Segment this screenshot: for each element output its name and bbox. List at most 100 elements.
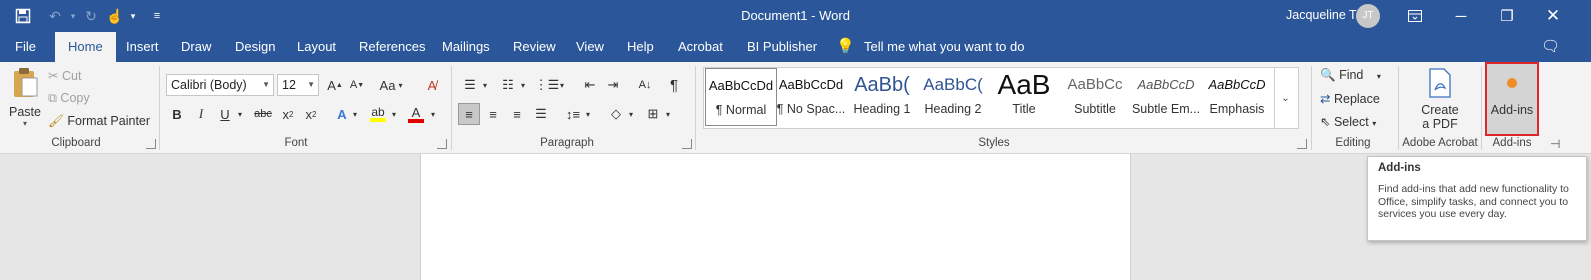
cursor-icon: ⇖	[1320, 115, 1331, 129]
align-right-icon[interactable]: ≡	[506, 103, 528, 125]
subscript-icon[interactable]: x2	[278, 103, 298, 125]
pin-ribbon-icon[interactable]: ⊣	[1550, 137, 1560, 151]
shading-dropdown-icon[interactable]: ▾	[626, 103, 636, 125]
close-icon[interactable]: ✕	[1530, 0, 1576, 32]
shading-icon[interactable]: ◇	[606, 103, 626, 125]
show-formatting-marks-icon[interactable]: ¶	[664, 74, 684, 96]
chevron-down-icon: ▼	[262, 80, 270, 89]
format-painter-button[interactable]: 🖌 Format Painter	[48, 114, 150, 129]
group-label-font: Font	[284, 137, 308, 149]
text-effects-icon[interactable]: A	[332, 103, 352, 125]
tab-acrobat[interactable]: Acrobat	[678, 32, 723, 62]
decrease-indent-icon[interactable]: ⇤	[580, 74, 600, 96]
tab-references[interactable]: References	[359, 32, 425, 62]
align-left-icon[interactable]: ≡	[458, 103, 480, 125]
italic-icon[interactable]: I	[191, 103, 211, 125]
style-heading-2[interactable]: AaBbC( Heading 2	[917, 68, 989, 126]
change-case-button[interactable]: Aa ▾	[374, 74, 408, 96]
paragraph-launcher-icon[interactable]	[682, 139, 692, 149]
font-name-combo[interactable]: Calibri (Body) ▼	[166, 74, 274, 96]
copy-button[interactable]: ⧉ Copy	[48, 91, 90, 106]
replace-icon: ⇄	[1320, 92, 1331, 106]
restore-icon[interactable]: ❐	[1484, 0, 1530, 32]
numbering-icon[interactable]: ☷	[498, 74, 518, 96]
align-center-icon[interactable]: ≡	[482, 103, 504, 125]
font-color-icon[interactable]: A	[406, 103, 426, 125]
increase-indent-icon[interactable]: ⇥	[603, 74, 623, 96]
style-heading-1[interactable]: AaBb( Heading 1	[846, 68, 918, 126]
document-page[interactable]	[420, 154, 1131, 280]
tab-mailings[interactable]: Mailings	[442, 32, 490, 62]
styles-gallery-more-icon[interactable]: ⌄	[1274, 68, 1296, 128]
bullets-icon[interactable]: ☰	[460, 74, 480, 96]
replace-button[interactable]: ⇄ Replace	[1320, 91, 1380, 106]
lightbulb-icon[interactable]: 💡	[836, 32, 855, 62]
bullets-dropdown-icon[interactable]: ▾	[480, 74, 490, 96]
style-title[interactable]: AaB Title	[988, 68, 1060, 126]
pdf-icon	[1404, 68, 1476, 103]
paste-dropdown-icon[interactable]: ▾	[6, 119, 44, 128]
paintbrush-icon: 🖌	[48, 114, 64, 128]
grow-font-icon[interactable]: A ▲	[326, 74, 344, 96]
sort-icon[interactable]: A↓	[634, 74, 656, 96]
font-launcher-icon[interactable]	[437, 139, 447, 149]
tab-bi-publisher[interactable]: BI Publisher	[747, 32, 817, 62]
tab-file[interactable]: File	[15, 32, 36, 62]
font-size-combo[interactable]: 12 ▼	[277, 74, 319, 96]
user-name[interactable]: Jacqueline T	[1286, 8, 1357, 22]
style-no-spacing[interactable]: AaBbCcDd ¶ No Spac...	[775, 68, 847, 126]
create-pdf-button[interactable]: Create a PDF	[1404, 68, 1476, 134]
style-emphasis[interactable]: AaBbCcD Emphasis	[1201, 68, 1273, 126]
copy-icon: ⧉	[48, 91, 57, 105]
tell-me-search[interactable]: Tell me what you want to do	[864, 32, 1024, 62]
highlight-color-icon[interactable]: ab	[368, 103, 388, 125]
add-ins-button[interactable]: Add-ins	[1485, 62, 1539, 136]
avatar[interactable]: JT	[1356, 4, 1380, 28]
tooltip-title: Add-ins	[1378, 162, 1421, 174]
comments-icon[interactable]: 🗨	[1541, 32, 1560, 62]
ribbon-display-options-icon[interactable]	[1392, 0, 1438, 32]
search-icon: 🔍	[1320, 68, 1336, 82]
justify-icon[interactable]: ☰	[530, 103, 552, 125]
select-button[interactable]: ⇖ Select ▾	[1320, 114, 1376, 129]
text-effects-dropdown-icon[interactable]: ▾	[350, 103, 360, 125]
borders-icon[interactable]: ⊞	[643, 103, 663, 125]
multilevel-dropdown-icon[interactable]: ▾	[557, 74, 567, 96]
tab-help[interactable]: Help	[627, 32, 654, 62]
bold-icon[interactable]: B	[167, 103, 187, 125]
chevron-down-icon: ▾	[398, 80, 403, 90]
paste-button[interactable]: Paste ▾	[6, 66, 44, 134]
underline-dropdown-icon[interactable]: ▾	[235, 103, 245, 125]
tab-draw[interactable]: Draw	[181, 32, 211, 62]
shrink-font-icon[interactable]: A ▼	[348, 74, 366, 96]
line-spacing-dropdown-icon[interactable]: ▾	[583, 103, 593, 125]
chevron-down-icon: ▾	[1376, 72, 1381, 81]
font-color-dropdown-icon[interactable]: ▾	[428, 103, 438, 125]
highlight-dropdown-icon[interactable]: ▾	[389, 103, 399, 125]
strikethrough-icon[interactable]: abc	[252, 103, 274, 125]
tab-view[interactable]: View	[576, 32, 604, 62]
line-spacing-icon[interactable]: ↕≡	[563, 103, 583, 125]
tab-insert[interactable]: Insert	[126, 32, 159, 62]
cut-button[interactable]: ✂ Cut	[48, 68, 81, 83]
group-label-clipboard: Clipboard	[51, 137, 101, 149]
numbering-dropdown-icon[interactable]: ▾	[518, 74, 528, 96]
clear-formatting-icon[interactable]: A̸	[421, 74, 443, 96]
clipboard-icon	[6, 66, 44, 105]
clipboard-launcher-icon[interactable]	[146, 139, 156, 149]
find-button[interactable]: 🔍 Find ▾	[1320, 68, 1381, 83]
underline-icon[interactable]: U	[215, 103, 235, 125]
styles-launcher-icon[interactable]	[1297, 139, 1307, 149]
style-subtitle[interactable]: AaBbCc Subtitle	[1059, 68, 1131, 126]
borders-dropdown-icon[interactable]: ▾	[663, 103, 673, 125]
style-normal[interactable]: AaBbCcDd ¶ Normal	[705, 68, 777, 126]
multilevel-list-icon[interactable]: ⋮☰	[535, 74, 560, 96]
superscript-icon[interactable]: x2	[301, 103, 321, 125]
style-subtle-emphasis[interactable]: AaBbCcD Subtle Em...	[1130, 68, 1202, 126]
tab-design[interactable]: Design	[235, 32, 275, 62]
divider	[1481, 66, 1482, 150]
tab-home[interactable]: Home	[55, 32, 116, 62]
minimize-icon[interactable]: ─	[1438, 0, 1484, 32]
tab-review[interactable]: Review	[513, 32, 556, 62]
tab-layout[interactable]: Layout	[297, 32, 336, 62]
